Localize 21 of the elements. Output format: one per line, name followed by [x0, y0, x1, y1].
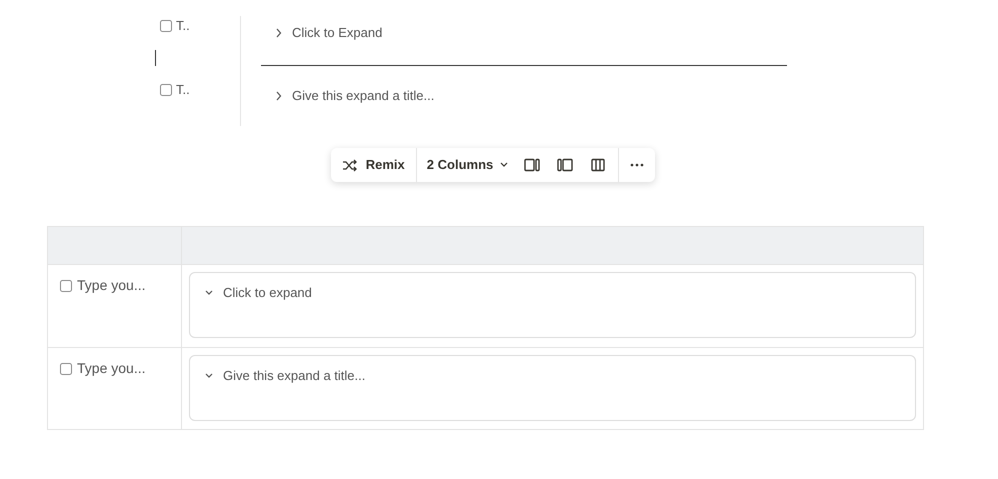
- shuffle-icon: [342, 158, 358, 172]
- checkbox[interactable]: [60, 280, 72, 292]
- chevron-down-icon: [499, 162, 510, 168]
- remix-button[interactable]: Remix: [330, 148, 416, 182]
- checkbox[interactable]: [160, 84, 172, 96]
- text-cursor: [155, 50, 156, 66]
- chevron-right-icon[interactable]: [276, 91, 282, 101]
- expand-title[interactable]: Click to Expand: [292, 23, 382, 43]
- expand-title[interactable]: Give this expand a title...: [292, 86, 434, 106]
- task-text: Type you...: [77, 359, 146, 378]
- task-text: T..: [176, 17, 190, 36]
- checkbox[interactable]: [160, 20, 172, 32]
- expand-title[interactable]: Give this expand a title...: [223, 366, 366, 386]
- chevron-down-icon[interactable]: [204, 290, 214, 296]
- checkbox[interactable]: [60, 362, 72, 374]
- chevron-right-icon[interactable]: [276, 28, 282, 38]
- task-text: Type you...: [77, 276, 146, 295]
- task-text: T..: [176, 81, 190, 100]
- layout-dropdown[interactable]: 2 Columns: [416, 148, 516, 182]
- chevron-down-icon[interactable]: [204, 372, 214, 379]
- expand-title[interactable]: Click to expand: [223, 283, 312, 302]
